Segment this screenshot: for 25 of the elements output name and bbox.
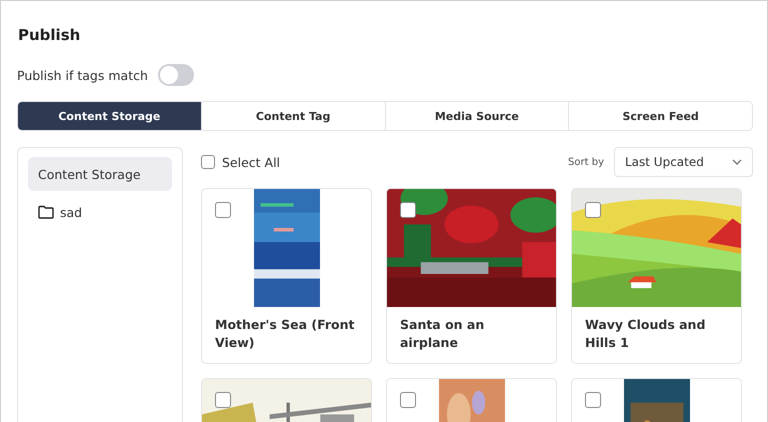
checkbox[interactable] <box>400 202 416 218</box>
select-all-label: Select All <box>222 154 280 170</box>
page-title: Publish <box>18 25 82 45</box>
sidebar-item[interactable]: Content Storage <box>28 157 172 191</box>
sidebar-item[interactable]: sad <box>28 195 172 229</box>
tab[interactable]: Screen Feed <box>568 102 752 130</box>
toggle-switch[interactable] <box>158 64 194 86</box>
tab[interactable]: Content Storage <box>18 102 201 130</box>
chevron-down-icon <box>732 159 742 165</box>
content-card[interactable]: Mother's Sea (Front View) <box>201 188 372 364</box>
content-card[interactable]: Wavy Clouds and Hills 1 <box>571 188 742 364</box>
content-card[interactable]: Santa on an airplane <box>386 188 557 364</box>
checkbox[interactable] <box>215 392 231 408</box>
folder-icon <box>38 205 54 219</box>
checkbox[interactable] <box>215 202 231 218</box>
card-title: Wavy Clouds and Hills 1 <box>584 316 706 352</box>
sort-label: Sort by <box>568 156 604 168</box>
card-title: Santa on an airplane <box>399 316 486 352</box>
toggle-label: Publish if tags match <box>17 68 148 82</box>
checkbox[interactable] <box>585 202 601 218</box>
checkbox[interactable] <box>201 155 215 169</box>
card-title: Mother's Sea (Front View) <box>214 316 356 352</box>
checkbox[interactable] <box>585 392 601 408</box>
sort-dropdown[interactable]: Last Upcated <box>614 147 753 177</box>
checkbox[interactable] <box>400 392 416 408</box>
